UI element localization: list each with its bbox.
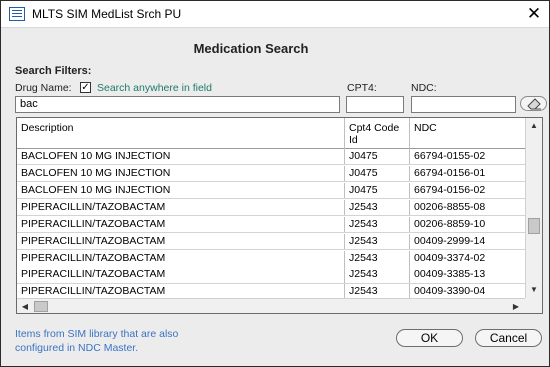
- close-icon[interactable]: ✕: [523, 3, 545, 25]
- window-title: MLTS SIM MedList Srch PU: [32, 7, 182, 21]
- cpt4-cell: J2543: [345, 284, 410, 299]
- description-cell: BACLOFEN 10 MG INJECTION: [17, 166, 345, 181]
- description-cell: PIPERACILLIN/TAZOBACTAM: [17, 217, 345, 232]
- vertical-scrollbar[interactable]: ▲ ▼: [525, 118, 542, 298]
- page-title: Medication Search: [193, 41, 309, 56]
- horizontal-scroll-thumb[interactable]: [34, 301, 48, 312]
- eraser-icon: [527, 98, 541, 110]
- cpt4-cell: J0475: [345, 149, 410, 164]
- cpt4-input[interactable]: [346, 96, 404, 113]
- column-header-ndc[interactable]: NDC: [410, 118, 525, 149]
- drug-name-input[interactable]: bac: [15, 96, 340, 113]
- app-window-icon: [9, 7, 25, 21]
- ndc-cell: 00409-3390-04: [414, 285, 486, 297]
- ndc-cell: 00206-8859-10: [414, 218, 486, 230]
- search-anywhere-label: Search anywhere in field: [97, 82, 212, 94]
- table-row[interactable]: BACLOFEN 10 MG INJECTION J0475 66794-015…: [17, 166, 525, 182]
- description-cell: BACLOFEN 10 MG INJECTION: [17, 149, 345, 164]
- description-cell: PIPERACILLIN/TAZOBACTAM: [17, 234, 345, 249]
- medication-results-table: Description Cpt4 Code Id NDC BACLOFEN 10…: [16, 117, 543, 314]
- ndc-cell: 66794-0156-02: [414, 184, 486, 196]
- cpt4-cell: J2543 J2543: [345, 251, 410, 283]
- table-row[interactable]: PIPERACILLIN/TAZOBACTAM PIPERACILLIN/TAZ…: [17, 251, 525, 284]
- table-row[interactable]: PIPERACILLIN/TAZOBACTAM J2543 00206-8855…: [17, 200, 525, 216]
- drug-name-label: Drug Name:: [15, 82, 72, 94]
- description-cell: BACLOFEN 10 MG INJECTION: [17, 183, 345, 198]
- ndc-cell: 00206-8855-08: [414, 201, 486, 213]
- table-row[interactable]: BACLOFEN 10 MG INJECTION J0475 66794-015…: [17, 183, 525, 199]
- search-anywhere-checkbox[interactable]: ✓: [80, 82, 91, 93]
- footnote-text: Items from SIM library that are also con…: [15, 328, 179, 354]
- table-header: Description Cpt4 Code Id NDC: [17, 118, 525, 149]
- cpt4-cell: J0475: [345, 166, 410, 181]
- description-cell: PIPERACILLIN/TAZOBACTAM PIPERACILLIN/TAZ…: [17, 251, 345, 283]
- column-header-description[interactable]: Description: [17, 118, 345, 149]
- clear-filters-button[interactable]: [520, 96, 547, 111]
- cancel-button[interactable]: Cancel: [475, 329, 542, 347]
- ok-button[interactable]: OK: [396, 329, 463, 347]
- scroll-left-icon[interactable]: ◀: [17, 299, 33, 313]
- title-bar: MLTS SIM MedList Srch PU ✕: [1, 1, 549, 28]
- scroll-up-icon[interactable]: ▲: [526, 118, 542, 134]
- scroll-down-icon[interactable]: ▼: [526, 282, 542, 298]
- table-row[interactable]: PIPERACILLIN/TAZOBACTAM J2543 00206-8859…: [17, 217, 525, 233]
- scroll-right-icon[interactable]: ▶: [508, 299, 524, 313]
- ndc-cell: 00409-2999-14: [414, 235, 486, 247]
- vertical-scroll-thumb[interactable]: [528, 218, 540, 234]
- ndc-input[interactable]: [411, 96, 516, 113]
- cpt4-label: CPT4:: [347, 82, 377, 94]
- ndc-cell: 66794-0155-02: [414, 150, 486, 162]
- cpt4-cell: J2543: [345, 200, 410, 215]
- description-cell: PIPERACILLIN/TAZOBACTAM: [17, 200, 345, 215]
- ndc-cell: 00409-3374-02 00409-3385-13: [414, 252, 486, 280]
- cpt4-cell: J0475: [345, 183, 410, 198]
- table-row[interactable]: BACLOFEN 10 MG INJECTION J0475 66794-015…: [17, 149, 525, 165]
- ndc-label: NDC:: [411, 82, 437, 94]
- medication-search-window: MLTS SIM MedList Srch PU ✕ Medication Se…: [0, 0, 550, 367]
- description-cell: PIPERACILLIN/TAZOBACTAM: [17, 284, 345, 299]
- table-row[interactable]: PIPERACILLIN/TAZOBACTAM J2543 00409-2999…: [17, 234, 525, 250]
- horizontal-scrollbar[interactable]: ◀ ▶: [17, 298, 525, 313]
- column-header-cpt4[interactable]: Cpt4 Code Id: [345, 118, 410, 149]
- cpt4-cell: J2543: [345, 217, 410, 232]
- ndc-cell: 66794-0156-01: [414, 167, 486, 179]
- cpt4-cell: J2543: [345, 234, 410, 249]
- search-filters-label: Search Filters:: [15, 65, 92, 77]
- scrollbar-corner: [525, 298, 542, 313]
